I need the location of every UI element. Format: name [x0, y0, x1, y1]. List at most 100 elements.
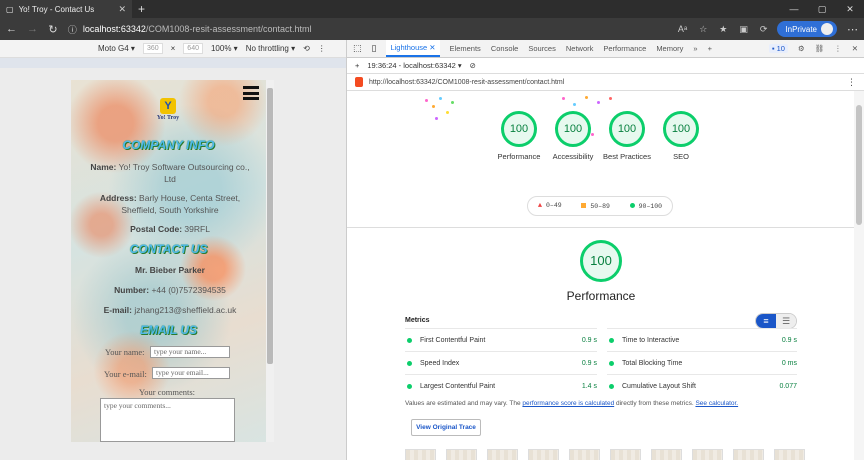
more-tabs-button[interactable]: »	[693, 44, 697, 53]
forward-icon[interactable]: →	[27, 23, 38, 35]
issues-count: 10	[776, 44, 785, 53]
more-icon[interactable]: ⋯	[847, 23, 858, 36]
performance-gauge[interactable]: 100	[501, 111, 537, 147]
tab-sources[interactable]: Sources	[528, 44, 556, 53]
email-value: jzhang213@sheffield.ac.uk	[134, 305, 237, 315]
extension-icon[interactable]: ⟳	[760, 24, 768, 35]
inprivate-button[interactable]: InPrivate	[777, 21, 837, 37]
rotate-icon[interactable]: ⟲	[303, 44, 310, 53]
new-report-icon[interactable]: +	[355, 61, 359, 70]
favorites-icon[interactable]: ★	[719, 24, 727, 35]
metric-row: Total Blocking Time 0 ms	[607, 351, 797, 374]
filmstrip-frame	[733, 449, 764, 460]
tab-performance[interactable]: Performance	[603, 44, 646, 53]
report-url: http://localhost:63342/COM1008-resit-ass…	[369, 78, 565, 86]
filmstrip-frame	[774, 449, 805, 460]
device-toolbar: Moto G4 ▾ 360 × 640 100% ▾ No throttling…	[0, 40, 346, 58]
pass-dot-icon	[609, 337, 614, 343]
devtools-more-icon[interactable]: ⋮	[834, 44, 842, 53]
address-bar[interactable]: ⓘ localhost:63342/COM1008-resit-assessme…	[68, 21, 648, 37]
scrollbar-thumb[interactable]	[267, 88, 273, 364]
throttle-select[interactable]: No throttling ▾	[246, 44, 295, 53]
favorite-icon[interactable]: ☆	[699, 24, 707, 35]
close-window-icon[interactable]: ✕	[836, 0, 864, 18]
form-comments-label: Your comments:	[139, 387, 196, 397]
inspect-icon[interactable]: ⬚	[353, 43, 362, 54]
tab-network[interactable]: Network	[566, 44, 594, 53]
settings-icon[interactable]: ⚙	[798, 44, 805, 53]
calculator-link[interactable]: See calculator.	[695, 400, 738, 407]
filmstrip-frame	[528, 449, 559, 460]
url-host: localhost:63342	[82, 24, 146, 34]
browser-tab[interactable]: ▢ Yo! Troy - Contact Us ✕	[0, 0, 132, 18]
name-input[interactable]: type your name...	[150, 346, 230, 358]
metric-name: Largest Contentful Paint	[420, 382, 496, 390]
info-icon[interactable]: ⓘ	[68, 23, 77, 36]
metric-value: 0.9 s	[581, 359, 597, 367]
device-more-icon[interactable]: ⋮	[318, 44, 326, 53]
tab-lighthouse[interactable]: Lighthouse ✕	[386, 40, 440, 57]
tab-console[interactable]: Console	[491, 44, 519, 53]
name-label: Name:	[90, 162, 117, 172]
page-scrollbar[interactable]	[266, 80, 274, 442]
throttle-label: No throttling	[245, 44, 289, 53]
window-controls: — ▢ ✕	[780, 0, 864, 18]
legend-average: 50–89	[581, 202, 610, 210]
add-tab-button[interactable]: +	[708, 44, 712, 53]
maximize-icon[interactable]: ▢	[808, 0, 836, 18]
metric-value: 1.4 s	[581, 382, 597, 390]
score-calculation-link[interactable]: performance score is calculated	[522, 400, 614, 407]
report-scrollbar-thumb[interactable]	[856, 105, 862, 225]
issues-badge[interactable]: ▪ 10	[768, 44, 788, 53]
legend-fail-label: 0–49	[546, 202, 562, 209]
metric-row: Cumulative Layout Shift 0.077	[607, 374, 797, 397]
toolbar-icons: Aᵃ ☆ ★ ▣ ⟳	[678, 24, 768, 35]
filmstrip-frame	[405, 449, 436, 460]
accessibility-gauge[interactable]: 100	[555, 111, 591, 147]
tab-elements[interactable]: Elements	[450, 44, 481, 53]
metrics-note: Values are estimated and may vary. The p…	[405, 400, 825, 407]
best-practices-gauge[interactable]: 100	[609, 111, 645, 147]
devtools-panel: ⬚ ▯ Lighthouse ✕ Elements Console Source…	[346, 40, 864, 460]
report-scrollbar[interactable]	[854, 91, 864, 460]
hamburger-menu-icon[interactable]	[243, 86, 259, 100]
company-address: Address: Barly House, Centa Street, Shef…	[89, 192, 251, 216]
metric-row: Largest Contentful Paint 1.4 s	[405, 374, 597, 397]
compact-view-icon[interactable]: ≡	[756, 314, 776, 328]
device-select[interactable]: Moto G4 ▾	[98, 44, 135, 53]
tab-memory[interactable]: Memory	[656, 44, 683, 53]
filmstrip-frame	[487, 449, 518, 460]
circle-icon	[629, 202, 635, 208]
clear-icon[interactable]: ⊘	[470, 61, 476, 70]
close-devtools-icon[interactable]: ✕	[852, 44, 858, 53]
filmstrip-frame	[610, 449, 641, 460]
collections-icon[interactable]: ▣	[739, 24, 748, 35]
width-field[interactable]: 360	[142, 43, 163, 54]
seo-gauge[interactable]: 100	[663, 111, 699, 147]
read-aloud-icon[interactable]: Aᵃ	[678, 24, 687, 35]
zoom-select[interactable]: 100% ▾	[211, 44, 238, 53]
filmstrip-frame	[569, 449, 600, 460]
email-input[interactable]: type your email...	[152, 367, 230, 379]
pass-dot-icon	[407, 360, 412, 366]
connect-icon[interactable]: ⛓	[815, 44, 825, 53]
metric-name: Speed Index	[420, 359, 460, 367]
metric-value: 0.9 s	[581, 336, 597, 344]
report-select[interactable]: 19:36:24 - localhost:63342 ▾	[367, 61, 461, 70]
expanded-view-icon[interactable]: ☰	[776, 314, 796, 328]
viewport-ruler	[0, 58, 346, 68]
minimize-icon[interactable]: —	[780, 0, 808, 18]
height-field[interactable]: 640	[183, 43, 203, 54]
new-tab-button[interactable]: +	[138, 2, 145, 16]
logo-icon[interactable]: Y	[160, 98, 176, 114]
refresh-icon[interactable]: ↻	[48, 23, 58, 36]
device-toggle-icon[interactable]: ▯	[372, 43, 377, 54]
close-tab-icon[interactable]: ✕	[118, 4, 126, 15]
tab-lighthouse-label: Lighthouse	[390, 43, 428, 52]
back-icon[interactable]: ←	[6, 23, 17, 35]
metric-name: Total Blocking Time	[622, 359, 683, 367]
comments-textarea[interactable]: type your comments...	[100, 398, 235, 442]
report-menu-icon[interactable]: ⋮	[847, 77, 856, 88]
metrics-view-toggle[interactable]: ≡ ☰	[755, 313, 797, 329]
view-original-trace-button[interactable]: View Original Trace	[411, 419, 481, 436]
